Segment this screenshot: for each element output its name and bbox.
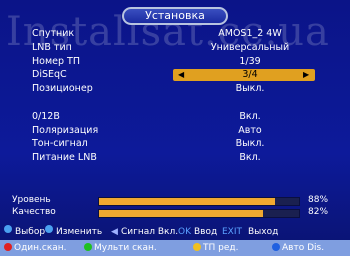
help-select: Выбор: [15, 227, 46, 237]
blue-key-label: Авто Dis.: [282, 243, 325, 253]
meter-label: Качество: [12, 207, 56, 217]
row-label: Спутник: [32, 28, 75, 39]
meter-fill: [99, 198, 275, 205]
row-diseqc[interactable]: DiSEqC ◀ 3/4 ▶: [0, 69, 350, 82]
row-label: DiSEqC: [32, 69, 67, 81]
green-key[interactable]: Мульти скан.: [84, 240, 157, 256]
row-value: Авто: [238, 124, 262, 136]
row-label: LNB тип: [32, 41, 72, 53]
row-value: Вкл.: [239, 110, 261, 122]
row-label: Номер ТП: [32, 55, 80, 67]
row-lnb-power[interactable]: Питание LNB Вкл.: [0, 152, 350, 164]
row-polarization[interactable]: Поляризация Авто: [0, 125, 350, 137]
yellow-key-label: ТП ред.: [203, 243, 239, 253]
page-title: Установка: [122, 7, 228, 25]
red-dot-icon: [4, 243, 12, 251]
row-label: Тон-сигнал: [32, 138, 88, 150]
row-12v[interactable]: 0/12В Вкл.: [0, 111, 350, 123]
signal-level-meter: Уровень 88%: [12, 195, 342, 206]
exit-key-label: EXIT: [222, 227, 243, 237]
help-exit: Выход: [248, 227, 279, 237]
row-transponder[interactable]: Номер ТП 1/39: [0, 56, 350, 68]
meter-fill: [99, 210, 263, 217]
meter-label: Уровень: [12, 195, 51, 205]
help-enter: Ввод: [194, 227, 218, 237]
green-dot-icon: [84, 243, 92, 251]
installation-screen: Installsat.cc.ua Установка Спутник AMOS1…: [0, 0, 350, 256]
row-label: 0/12В: [32, 110, 60, 122]
arrow-right-icon[interactable]: ▶: [303, 69, 309, 81]
help-bar: Выбор Изменить ◀ Сигнал Вкл. OK Ввод EXI…: [0, 225, 350, 239]
row-lnb-type[interactable]: LNB тип Универсальный: [0, 42, 350, 54]
blue-key[interactable]: Авто Dis.: [272, 240, 324, 256]
row-value: Выкл.: [235, 83, 265, 95]
ok-key-label: OK: [178, 227, 191, 237]
help-change: Изменить: [56, 227, 103, 237]
signal-quality-meter: Качество 82%: [12, 207, 342, 218]
arrow-left-icon[interactable]: ◀: [178, 69, 184, 81]
row-label: Позиционер: [32, 83, 93, 95]
row-disabled: [0, 97, 350, 109]
meter-track: [98, 197, 300, 206]
yellow-dot-icon: [193, 243, 201, 251]
speaker-icon: ◀: [111, 227, 118, 237]
blue-dot-icon: [272, 243, 280, 251]
row-value: Вкл.: [239, 152, 261, 164]
color-key-bar: Один.скан. Мульти скан. ТП ред. Авто Dis…: [0, 240, 350, 256]
green-key-label: Мульти скан.: [94, 243, 157, 253]
meter-percent: 82%: [308, 207, 329, 217]
meter-track: [98, 209, 300, 218]
row-tone[interactable]: Тон-сигнал Выкл.: [0, 138, 350, 150]
red-key-label: Один.скан.: [14, 243, 67, 253]
meter-percent: 88%: [308, 195, 329, 205]
yellow-key[interactable]: ТП ред.: [193, 240, 238, 256]
row-satellite[interactable]: Спутник AMOS1_2 4W: [0, 28, 350, 40]
help-signal: Сигнал Вкл.: [121, 227, 179, 237]
row-label: Поляризация: [32, 124, 99, 136]
row-value: Универсальный: [210, 41, 290, 53]
settings-list: Спутник AMOS1_2 4W LNB тип Универсальный…: [0, 28, 350, 166]
row-label: Питание LNB: [32, 152, 97, 164]
red-key[interactable]: Один.скан.: [4, 240, 67, 256]
row-value: AMOS1_2 4W: [218, 28, 282, 39]
row-value: 3/4: [242, 69, 258, 81]
row-value: 1/39: [239, 55, 261, 67]
row-positioner[interactable]: Позиционер Выкл.: [0, 83, 350, 95]
row-value: Выкл.: [235, 138, 265, 150]
